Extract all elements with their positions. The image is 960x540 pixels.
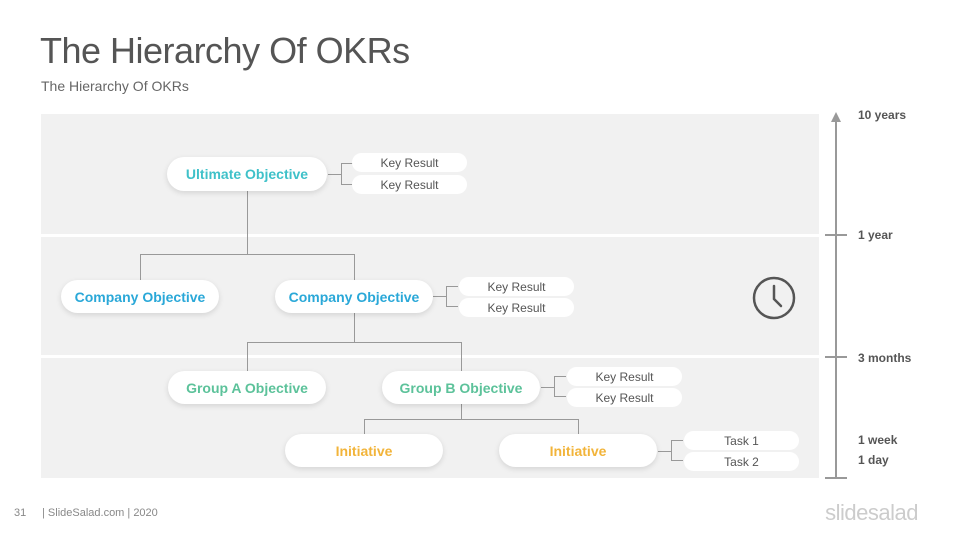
slide-subtitle: The Hierarchy Of OKRs [41,78,189,94]
key-result-ultimate-1: Key Result [352,153,467,172]
task-1: Task 1 [684,431,799,450]
node-company-objective-1: Company Objective [61,280,219,313]
task-2: Task 2 [684,452,799,471]
timeline-label-1-week: 1 week [858,433,898,447]
node-ultimate-objective: Ultimate Objective [167,157,327,191]
key-result-ultimate-2: Key Result [352,175,467,194]
timeline-label-3-months: 3 months [858,351,912,365]
node-initiative-1: Initiative [285,434,443,467]
key-result-company-2: Key Result [459,298,574,317]
slide-title: The Hierarchy Of OKRs [40,30,410,71]
key-result-group-1: Key Result [567,367,682,386]
band-long-term [41,114,819,234]
node-company-objective-2: Company Objective [275,280,433,313]
timeline-label-1-year: 1 year [858,228,893,242]
footer-credit: | SlideSalad.com | 2020 [42,507,158,519]
node-group-b-objective: Group B Objective [382,371,540,404]
page-number: 31 [14,507,27,519]
timeline-label-10-years: 10 years [858,108,907,122]
key-result-company-1: Key Result [459,277,574,296]
clock-icon [752,276,796,320]
timeline-label-1-day: 1 day [858,453,889,467]
key-result-group-2: Key Result [567,388,682,407]
node-group-a-objective: Group A Objective [168,371,326,404]
brand-logo: slidesalad [825,500,918,525]
node-initiative-2: Initiative [499,434,657,467]
